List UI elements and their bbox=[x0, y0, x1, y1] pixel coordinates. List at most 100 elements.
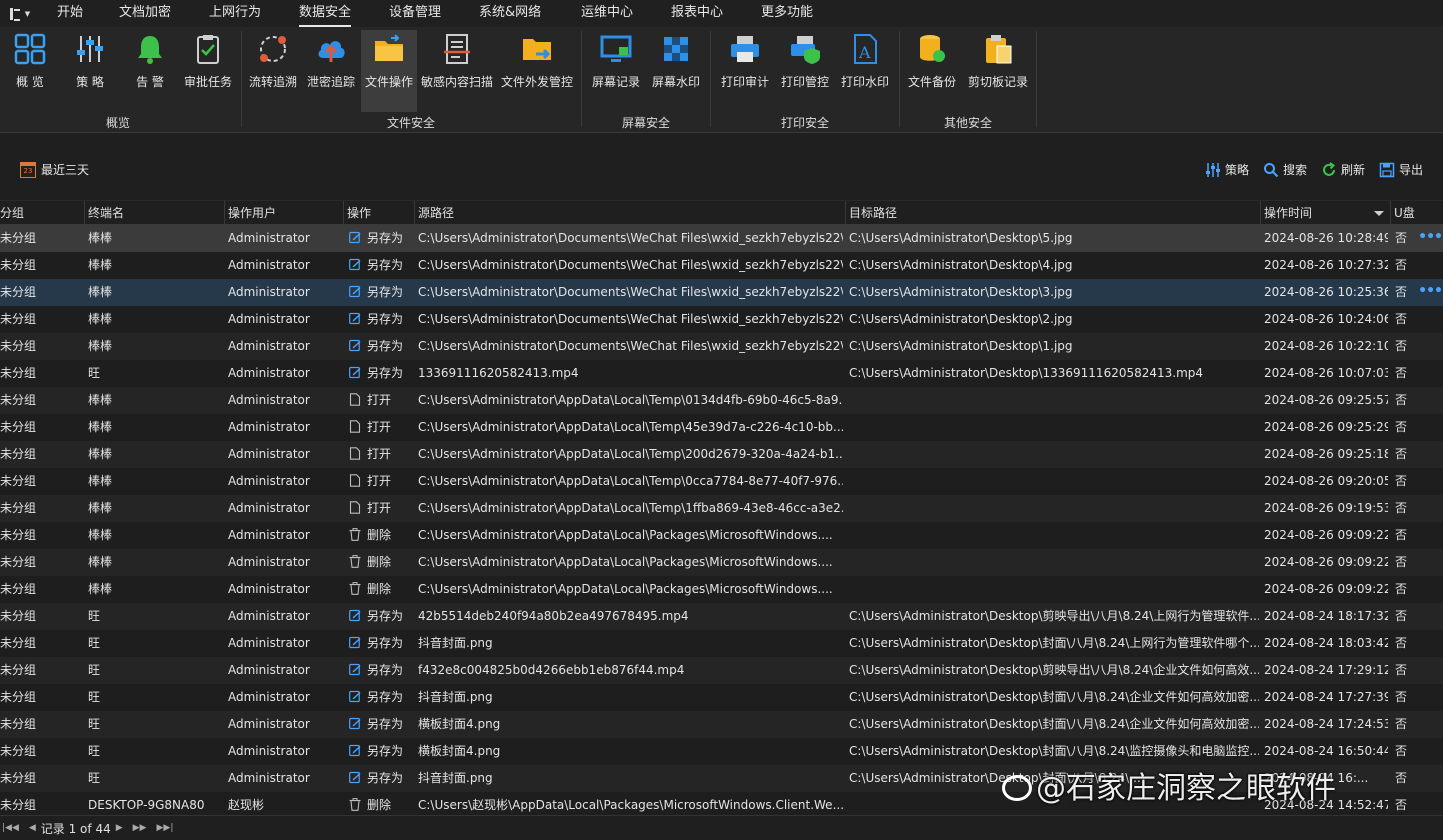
column-header-target-path[interactable]: 目标路径 bbox=[845, 201, 1260, 225]
table-row[interactable]: 未分组 旺 Administrator 另存为 横板封面4.png C:\Users\Ad… bbox=[0, 711, 1443, 738]
table-row[interactable]: 未分组 旺 Administrator 另存为 f432e8c004825b0d4266… bbox=[0, 657, 1443, 684]
table-row[interactable]: 未分组 旺 Administrator 另存为 横板封面4.png C:\Users\Ad… bbox=[0, 738, 1443, 765]
cell-user: Administrator bbox=[228, 366, 310, 380]
ribbon-outbound-control-button[interactable]: 文件外发管控 bbox=[499, 30, 575, 112]
column-header-time[interactable]: 操作时间 bbox=[1260, 201, 1390, 225]
cell-source-path: f432e8c004825b0d4266ebb1eb876f44.mp4 bbox=[418, 663, 685, 677]
menu-item-internet-behavior[interactable]: 上网行为 bbox=[209, 0, 261, 27]
sort-desc-icon bbox=[1374, 211, 1384, 216]
cell-usb: 否 bbox=[1395, 339, 1408, 353]
menu-item-report-center[interactable]: 报表中心 bbox=[671, 0, 723, 27]
cell-usb: 否 bbox=[1395, 582, 1408, 596]
app-menu-button[interactable]: ▼ bbox=[0, 0, 40, 27]
save-as-icon bbox=[349, 740, 361, 757]
next-block-icon[interactable]: ▶▶ bbox=[133, 823, 147, 833]
table-row[interactable]: 未分组 旺 Administrator 另存为 抖音封面.png C:\Users\Adm… bbox=[0, 630, 1443, 657]
column-header-user[interactable]: 操作用户 bbox=[224, 201, 343, 225]
column-header-usb[interactable]: U盘 bbox=[1390, 201, 1443, 225]
ribbon-divider bbox=[899, 31, 900, 127]
ribbon-group-overview: 概览 bbox=[105, 116, 131, 130]
cell-usb: 否 bbox=[1395, 393, 1408, 407]
ribbon-policy-button[interactable]: 策 略 bbox=[66, 30, 114, 112]
ribbon-leak-trace-button[interactable]: 泄密追踪 bbox=[304, 30, 358, 112]
date-range-button[interactable]: 23 最近三天 bbox=[20, 161, 89, 178]
row-more-options-icon[interactable]: ••• bbox=[1418, 279, 1443, 306]
cell-target-path: C:\Users\Administrator\Desktop\3.jpg bbox=[849, 285, 1073, 299]
refresh-button[interactable]: 刷新 bbox=[1321, 161, 1365, 178]
menu-item-data-security[interactable]: 数据安全 bbox=[299, 0, 352, 27]
cell-usb: 否 bbox=[1395, 501, 1408, 515]
table-row[interactable]: 未分组 棒棒 Administrator 另存为 C:\Users\Administra… bbox=[0, 225, 1443, 252]
menu-item-more[interactable]: 更多功能 bbox=[761, 0, 813, 27]
prev-page-icon[interactable]: ◀ bbox=[29, 823, 36, 833]
ribbon-print-watermark-button[interactable]: A 打印水印 bbox=[837, 30, 893, 112]
ribbon-print-control-button[interactable]: 打印管控 bbox=[777, 30, 833, 112]
column-header-source-path[interactable]: 源路径 bbox=[414, 201, 845, 225]
ribbon-flow-trace-button[interactable]: 流转追溯 bbox=[245, 30, 301, 112]
column-header-terminal[interactable]: 终端名 bbox=[84, 201, 224, 225]
table-row[interactable]: 未分组 旺 Administrator 另存为 抖音封面.png C:\Users\Adm… bbox=[0, 684, 1443, 711]
column-header-operation[interactable]: 操作 bbox=[343, 201, 414, 225]
table-row[interactable]: 未分组 棒棒 Administrator 删除 C:\Users\Administrat… bbox=[0, 549, 1443, 576]
cell-user: Administrator bbox=[228, 258, 310, 272]
approval-clipboard-icon bbox=[191, 32, 225, 66]
last-page-icon[interactable]: ▶▶| bbox=[156, 823, 173, 833]
next-page-icon[interactable]: ▶ bbox=[116, 823, 123, 833]
ribbon-overview-button[interactable]: 概 览 bbox=[6, 30, 54, 112]
trash-icon bbox=[349, 578, 361, 595]
cell-user: Administrator bbox=[228, 447, 310, 461]
cell-time: 2024-08-26 09:25:57 bbox=[1264, 393, 1388, 407]
menu-item-system-network[interactable]: 系统&网络 bbox=[479, 0, 541, 27]
flow-trace-icon bbox=[256, 32, 290, 66]
table-row[interactable]: 未分组 棒棒 Administrator 另存为 C:\Users\Administra… bbox=[0, 279, 1443, 306]
ribbon-print-audit-button[interactable]: 打印审计 bbox=[717, 30, 773, 112]
cell-target-path bbox=[849, 387, 1259, 414]
cloud-upload-icon bbox=[314, 32, 348, 66]
ribbon-sensitive-scan-button[interactable]: 敏感内容扫描 bbox=[419, 30, 495, 112]
table-row[interactable]: 未分组 旺 Administrator 另存为 13369111620582413.mp… bbox=[0, 360, 1443, 387]
menu-item-device-management[interactable]: 设备管理 bbox=[389, 0, 441, 27]
table-row[interactable]: 未分组 棒棒 Administrator 另存为 C:\Users\Administra… bbox=[0, 252, 1443, 279]
cell-usb: 否 bbox=[1395, 258, 1408, 272]
operation-label: 另存为 bbox=[367, 744, 404, 758]
table-row[interactable]: 未分组 棒棒 Administrator 另存为 C:\Users\Administra… bbox=[0, 333, 1443, 360]
row-more-options-icon[interactable]: ••• bbox=[1418, 225, 1443, 252]
ribbon-file-backup-button[interactable]: 文件备份 bbox=[904, 30, 960, 112]
cell-time: 2024-08-26 10:22:10 bbox=[1264, 339, 1388, 353]
ribbon-alert-button[interactable]: 告 警 bbox=[126, 30, 174, 112]
cell-user: Administrator bbox=[228, 636, 310, 650]
cell-operation: 另存为 bbox=[349, 657, 413, 684]
table-row[interactable]: 未分组 棒棒 Administrator 删除 C:\Users\Administrat… bbox=[0, 522, 1443, 549]
policy-button[interactable]: 策略 bbox=[1205, 161, 1249, 178]
cell-group: 未分组 bbox=[0, 474, 37, 488]
search-button[interactable]: 搜索 bbox=[1263, 161, 1307, 178]
ribbon-screen-watermark-button[interactable]: 屏幕水印 bbox=[648, 30, 704, 112]
table-row[interactable]: 未分组 棒棒 Administrator 删除 C:\Users\Administrat… bbox=[0, 576, 1443, 603]
ribbon-file-operation-button[interactable]: 文件操作 bbox=[361, 30, 417, 112]
ribbon-screen-record-button[interactable]: 屏幕记录 bbox=[588, 30, 644, 112]
first-page-icon[interactable]: |◀◀ bbox=[2, 823, 19, 833]
cell-user: Administrator bbox=[228, 528, 310, 542]
menu-item-start[interactable]: 开始 bbox=[57, 0, 83, 27]
table-row[interactable]: 未分组 棒棒 Administrator 打开 C:\Users\Administrat… bbox=[0, 468, 1443, 495]
status-bar: |◀◀ ◀ 记录 1 of 44 ▶ ▶▶ ▶▶| bbox=[0, 815, 1443, 840]
table-row[interactable]: 未分组 旺 Administrator 另存为 42b5514deb240f94a80b… bbox=[0, 603, 1443, 630]
table-row[interactable]: 未分组 棒棒 Administrator 另存为 C:\Users\Administra… bbox=[0, 306, 1443, 333]
menu-bar: ▼ 开始 文档加密 上网行为 数据安全 设备管理 系统&网络 运维中心 报表中心… bbox=[0, 0, 1443, 27]
sliders-icon bbox=[1205, 162, 1220, 177]
ribbon-clipboard-record-button[interactable]: 剪切板记录 bbox=[964, 30, 1032, 112]
cell-user: Administrator bbox=[228, 474, 310, 488]
menu-item-ops-center[interactable]: 运维中心 bbox=[581, 0, 633, 27]
menu-item-doc-encrypt[interactable]: 文档加密 bbox=[119, 0, 171, 27]
cell-terminal: 旺 bbox=[88, 690, 101, 704]
table-row[interactable]: 未分组 棒棒 Administrator 打开 C:\Users\Administrat… bbox=[0, 441, 1443, 468]
cell-source-path: 13369111620582413.mp4 bbox=[418, 366, 579, 380]
table-row[interactable]: 未分组 棒棒 Administrator 打开 C:\Users\Administrat… bbox=[0, 495, 1443, 522]
export-button[interactable]: 导出 bbox=[1379, 161, 1423, 178]
printer-icon bbox=[728, 32, 762, 66]
table-row[interactable]: 未分组 棒棒 Administrator 打开 C:\Users\Administrat… bbox=[0, 387, 1443, 414]
ribbon-approval-button[interactable]: 审批任务 bbox=[180, 30, 236, 112]
column-header-group[interactable]: 分组 bbox=[0, 201, 84, 225]
trash-icon bbox=[349, 794, 361, 811]
table-row[interactable]: 未分组 棒棒 Administrator 打开 C:\Users\Administrat… bbox=[0, 414, 1443, 441]
